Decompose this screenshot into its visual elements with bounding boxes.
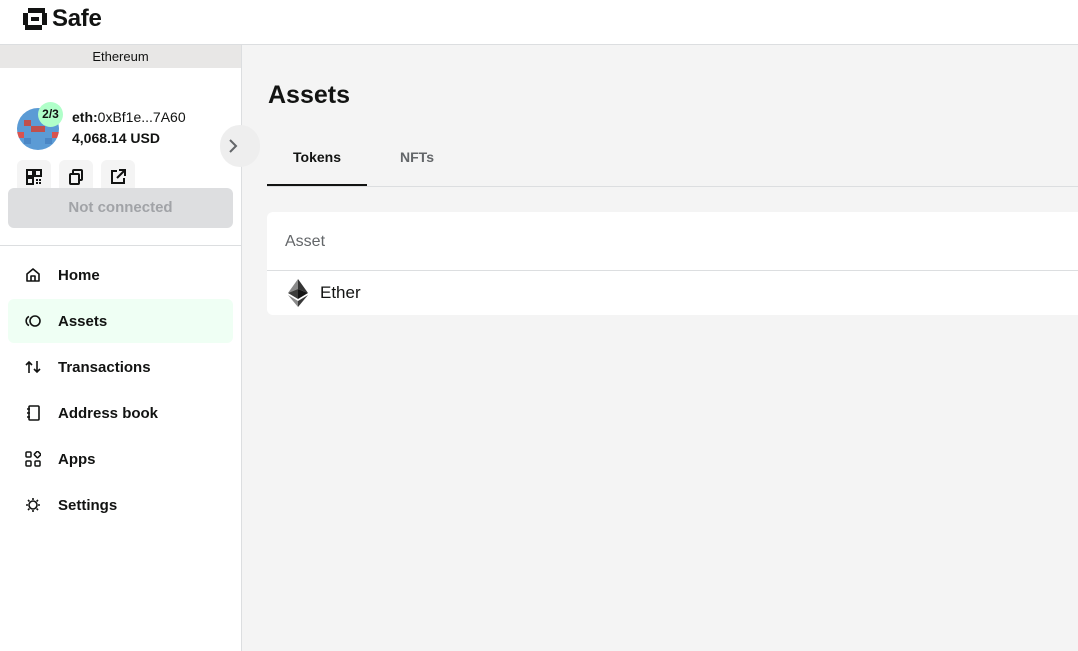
sidebar-item-transactions[interactable]: Transactions (8, 345, 233, 389)
sidebar-item-label: Home (58, 266, 100, 284)
address-value: 0xBf1e...7A60 (97, 109, 186, 125)
qr-code-icon (26, 169, 42, 185)
tabs-divider (267, 186, 1078, 187)
safe-balance: 4,068.14 USD (72, 130, 160, 146)
sidebar: Ethereum 2/3 eth:0xBf1e...7A60 4,068.14 … (0, 45, 260, 651)
safe-address[interactable]: eth:0xBf1e...7A60 (72, 109, 186, 125)
sidebar-item-label: Apps (58, 450, 96, 468)
ethereum-icon (287, 279, 309, 307)
table-row[interactable]: Ether (267, 271, 1078, 315)
tab-tokens[interactable]: Tokens (267, 142, 367, 186)
chevron-right-icon (229, 139, 238, 153)
asset-tabs: Tokens NFTs (267, 142, 467, 186)
sidebar-item-assets[interactable]: Assets (8, 299, 233, 343)
sidebar-item-settings[interactable]: Settings (8, 483, 233, 527)
sidebar-item-label: Address book (58, 404, 159, 422)
column-header-asset[interactable]: Asset (267, 212, 1078, 271)
settings-icon (8, 497, 58, 513)
safe-logo[interactable]: Safe (22, 5, 102, 33)
sidebar-item-address-book[interactable]: Address book (8, 391, 233, 435)
assets-icon (8, 314, 58, 328)
sidebar-item-label: Settings (58, 496, 118, 514)
main-content: Assets Tokens NFTs Asset Ether (243, 45, 1078, 651)
address-prefix: eth: (72, 109, 98, 125)
connect-wallet-button[interactable]: Not connected (8, 188, 233, 228)
tab-nfts[interactable]: NFTs (367, 142, 467, 186)
assets-table: Asset Ether (267, 212, 1078, 315)
sidebar-item-apps[interactable]: Apps (8, 437, 233, 481)
home-icon (8, 267, 58, 283)
threshold-badge: 2/3 (38, 102, 63, 127)
external-link-icon (111, 169, 126, 184)
page-title: Assets (268, 81, 350, 109)
top-bar: Safe (0, 0, 1078, 45)
address-book-icon (8, 405, 58, 421)
copy-icon (69, 169, 83, 185)
apps-icon (8, 451, 58, 467)
sidebar-nav: Home Assets Transactions Address book Ap… (8, 253, 233, 529)
network-label: Ethereum (0, 45, 241, 68)
asset-name: Ether (320, 283, 361, 302)
sidebar-item-label: Assets (58, 312, 108, 330)
sidebar-divider (0, 245, 241, 246)
safe-logo-icon (23, 8, 47, 30)
sidebar-item-home[interactable]: Home (8, 253, 233, 297)
transactions-icon (8, 360, 58, 374)
sidebar-item-label: Transactions (58, 358, 151, 376)
brand-name: Safe (52, 5, 102, 32)
